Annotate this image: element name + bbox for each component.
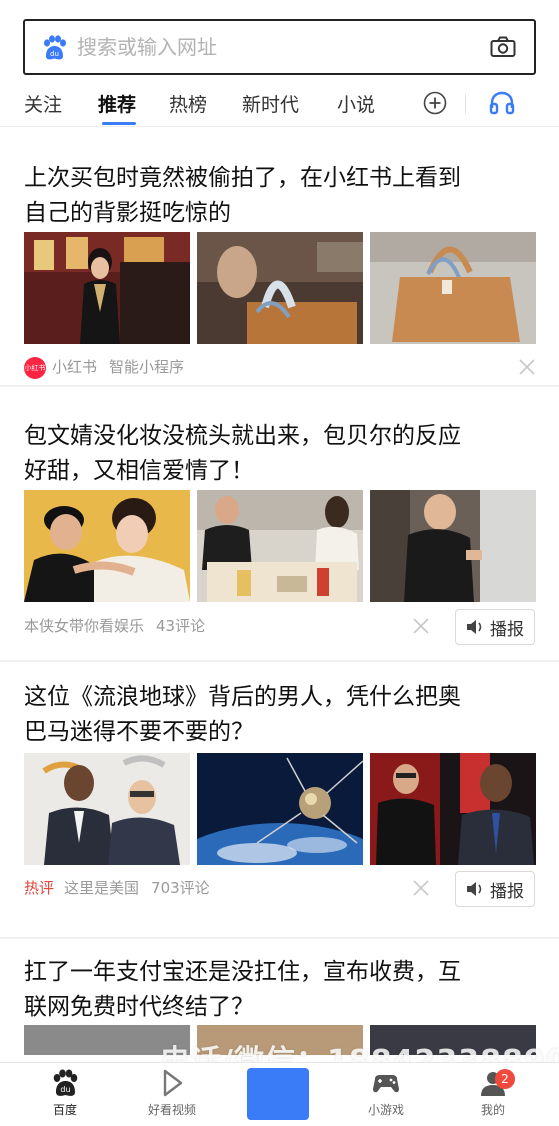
active-tab-indicator — [102, 122, 136, 125]
search-input[interactable] — [77, 21, 457, 73]
man-at-fridge-photo[interactable] — [370, 490, 536, 602]
baidu-paw-icon: du — [53, 1069, 78, 1096]
broadcast-button[interactable]: 播报 — [455, 871, 535, 907]
broadcast-label: 播报 — [490, 881, 524, 902]
card-images[interactable] — [24, 232, 536, 344]
gamepad-icon — [373, 1075, 399, 1093]
card-meta: 热评 这里是美国 703评论 — [24, 877, 210, 898]
close-icon[interactable] — [412, 879, 430, 897]
card-images[interactable] — [24, 753, 536, 865]
feed-card[interactable]: 上次买包时竟然被偷拍了，在小红书上看到 自己的背影挺吃惊的 小红书 小红书 智能… — [0, 127, 559, 387]
tab-hot-list[interactable]: 热榜 — [169, 90, 207, 117]
speaker-and-obama-photo[interactable] — [370, 753, 536, 865]
tab-follow[interactable]: 关注 — [24, 90, 62, 117]
card-divider — [0, 660, 559, 662]
card-title[interactable]: 这位《流浪地球》背后的男人，凭什么把奥 巴马迷得不要不要的？ — [24, 680, 536, 750]
video-play-icon — [163, 1069, 183, 1097]
card-title[interactable]: 包文婧没化妆没梳头就出来，包贝尔的反应 好甜，又相信爱情了！ — [24, 419, 536, 489]
svg-text:du: du — [60, 1085, 70, 1094]
orange-handbag-photo[interactable] — [370, 232, 536, 344]
card-source-type: 智能小程序 — [109, 358, 185, 376]
card-title[interactable]: 扛了一年支付宝还是没扛住，宣布收费，互 联网免费时代终结了？ — [24, 955, 536, 1025]
feed-card[interactable]: 包文婧没化妆没梳头就出来，包贝尔的反应 好甜，又相信爱情了！ 本侠女带你看娱乐 … — [0, 387, 559, 664]
woman-in-store-photo[interactable] — [24, 232, 190, 344]
notification-badge: 2 — [495, 1069, 515, 1089]
search-bar[interactable]: du — [23, 19, 536, 75]
comment-count: 703评论 — [151, 879, 210, 897]
card-meta: 本侠女带你看娱乐 43评论 — [24, 615, 205, 636]
tab-new-era[interactable]: 新时代 — [242, 90, 299, 117]
broadcast-label: 播报 — [490, 619, 524, 640]
hot-comment-tag: 热评 — [24, 879, 55, 897]
add-channel-icon[interactable] — [423, 91, 447, 115]
nav-label: 小游戏 — [367, 1103, 404, 1117]
close-icon[interactable] — [412, 617, 430, 635]
dinner-table-photo[interactable] — [197, 490, 363, 602]
nav-haokan-video[interactable]: 好看视频 — [122, 1069, 222, 1125]
couple-embrace-photo[interactable] — [24, 490, 190, 602]
bag-with-scarf-photo[interactable] — [197, 232, 363, 344]
speaker-icon — [467, 620, 482, 634]
nav-label: 百度 — [52, 1103, 77, 1117]
card-images[interactable] — [24, 490, 536, 602]
nav-label: 我的 — [480, 1103, 505, 1117]
close-icon[interactable] — [518, 358, 536, 376]
nav-baidu[interactable]: du 百度 — [15, 1069, 115, 1125]
card-title[interactable]: 上次买包时竟然被偷拍了，在小红书上看到 自己的背影挺吃惊的 — [24, 161, 536, 231]
card-source: 小红书 — [52, 358, 98, 376]
tab-recommend[interactable]: 推荐 — [98, 90, 136, 117]
tab-novel[interactable]: 小说 — [337, 90, 375, 117]
two-men-photo[interactable] — [24, 753, 190, 865]
card-source: 这里是美国 — [64, 879, 140, 897]
tab-divider — [465, 94, 466, 114]
channel-tabs: 关注 推荐 热榜 新时代 小说 — [0, 82, 559, 126]
baidu-paw-icon: du — [44, 35, 66, 60]
nav-label: 好看视频 — [147, 1103, 196, 1117]
center-action-button[interactable] — [247, 1068, 309, 1120]
nav-mini-games[interactable]: 小游戏 — [336, 1069, 436, 1125]
satellite-earth-photo[interactable] — [197, 753, 363, 865]
broadcast-button[interactable]: 播报 — [455, 609, 535, 645]
xiaohongshu-logo-icon: 小红书 — [24, 356, 46, 379]
feed-card[interactable]: 这位《流浪地球》背后的男人，凭什么把奥 巴马迷得不要不要的？ 热评 这里是美国 … — [0, 664, 559, 939]
comment-count: 43评论 — [156, 617, 206, 635]
svg-text:du: du — [50, 50, 59, 58]
speaker-icon — [467, 882, 482, 896]
card-meta: 小红书 小红书 智能小程序 — [24, 356, 184, 379]
card-source: 本侠女带你看娱乐 — [24, 617, 145, 635]
camera-icon[interactable] — [490, 36, 516, 58]
news-feed: 上次买包时竟然被偷拍了，在小红书上看到 自己的背影挺吃惊的 小红书 小红书 智能… — [0, 127, 559, 1099]
bottom-nav: du 百度 好看视频 小游戏 2 我的 — [0, 1062, 559, 1126]
nav-mine[interactable]: 2 我的 — [443, 1069, 543, 1125]
headphone-icon[interactable] — [488, 90, 516, 116]
